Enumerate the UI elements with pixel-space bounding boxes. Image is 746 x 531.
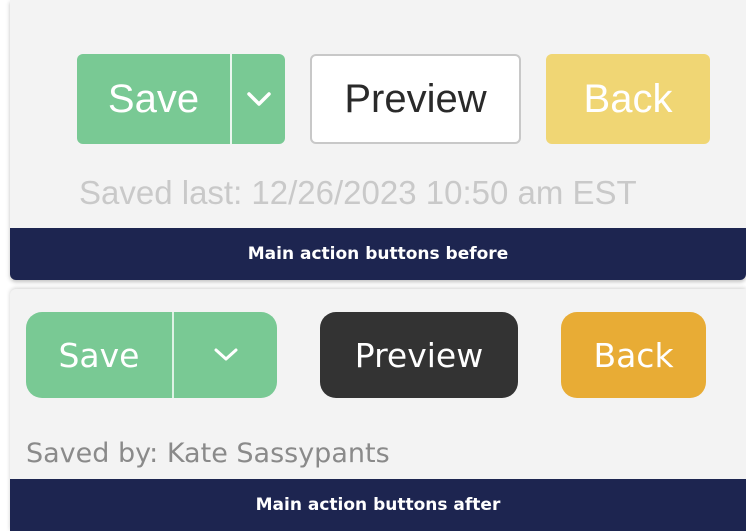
saved-status-before: Saved last: 12/26/2023 10:50 am EST [79,174,637,211]
save-button-after[interactable]: Save [26,312,172,398]
save-split-button-before: Save [77,54,285,144]
caption-after: Main action buttons after [10,479,746,531]
preview-button-before[interactable]: Preview [310,54,521,144]
split-divider-after [172,312,174,398]
split-divider-before [230,54,232,144]
before-panel: Save Preview Back Saved last: 12/26/2023… [10,0,746,280]
save-dropdown-toggle-after[interactable] [174,312,277,398]
save-dropdown-toggle-before[interactable] [232,54,285,144]
save-split-button-after: Save [26,312,277,398]
back-button-after[interactable]: Back [561,312,706,398]
back-button-before[interactable]: Back [546,54,710,144]
saved-status-after: Saved by: Kate Sassypants [26,438,390,469]
chevron-down-icon [246,92,271,106]
chevron-down-icon [214,348,237,361]
preview-button-after[interactable]: Preview [320,312,518,398]
save-button-before[interactable]: Save [77,54,230,144]
caption-before: Main action buttons before [10,228,746,280]
after-panel: Save Preview Back Saved by: Kate Sassypa… [10,289,746,531]
